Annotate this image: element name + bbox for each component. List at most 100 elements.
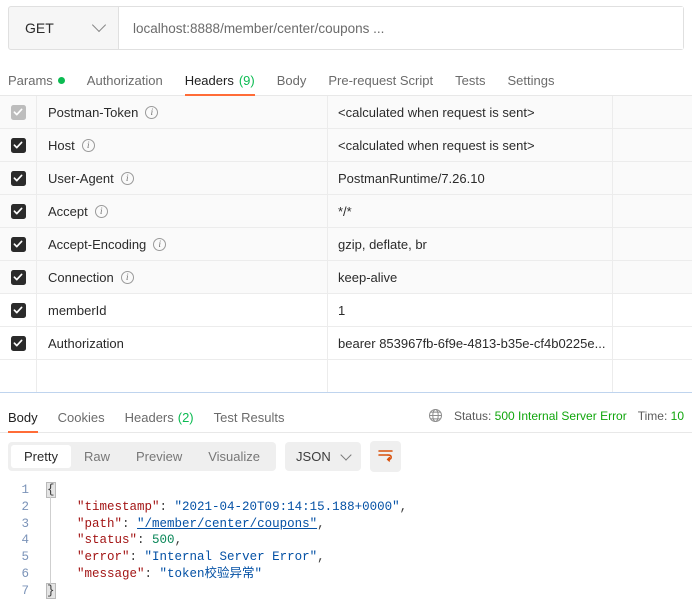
request-tabs: Params Authorization Headers (9) Body Pr… — [0, 64, 692, 96]
chevron-down-icon — [91, 17, 107, 33]
info-icon[interactable]: i — [120, 171, 134, 185]
header-key-cell[interactable]: User-Agent i — [37, 162, 328, 194]
header-enabled-cell — [0, 228, 37, 260]
header-key-cell[interactable]: memberId — [37, 294, 328, 326]
table-row[interactable]: Accept i */* — [0, 195, 692, 228]
body-format-label: JSON — [296, 449, 331, 464]
header-enabled-cell — [0, 327, 37, 359]
request-tab-params[interactable]: Params — [8, 73, 76, 95]
code-content[interactable]: { "timestamp": "2021-04-20T09:14:15.188+… — [38, 482, 692, 600]
code-gutter: 1 2 3 4 56 7 — [0, 482, 38, 600]
header-description-cell[interactable] — [613, 195, 692, 227]
request-tab-pre-request-script[interactable]: Pre-request Script — [317, 73, 444, 95]
header-description-cell[interactable] — [613, 261, 692, 293]
header-description-cell[interactable] — [613, 129, 692, 161]
body-view-preview[interactable]: Preview — [123, 445, 195, 468]
json-open-brace: { — [46, 482, 56, 498]
request-tab-label: Authorization — [86, 73, 163, 88]
header-enabled-cell — [0, 261, 37, 293]
new-header-value-input[interactable] — [328, 360, 613, 392]
header-key-text: Host — [48, 137, 75, 153]
request-tab-body[interactable]: Body — [266, 73, 318, 95]
header-description-cell[interactable] — [613, 228, 692, 260]
header-enabled-checkbox[interactable] — [10, 302, 26, 318]
header-value-cell[interactable]: keep-alive — [328, 261, 613, 293]
table-row[interactable]: Host i <calculated when request is sent> — [0, 129, 692, 162]
json-value: "Internal Server Error" — [144, 550, 318, 565]
url-input[interactable]: localhost:8888/member/center/coupons ... — [119, 7, 683, 49]
table-row[interactable]: memberId 1 — [0, 294, 692, 327]
response-tab-cookies[interactable]: Cookies — [48, 410, 115, 432]
header-enabled-checkbox[interactable] — [10, 170, 26, 186]
table-row[interactable]: Accept-Encoding i gzip, deflate, br — [0, 228, 692, 261]
body-view-pretty[interactable]: Pretty — [11, 445, 71, 468]
json-value: 500 — [152, 533, 175, 548]
table-row[interactable]: Connection i keep-alive — [0, 261, 692, 294]
json-comma: , — [317, 550, 325, 565]
body-view-visualize[interactable]: Visualize — [195, 445, 273, 468]
response-body-code: 1 2 3 4 56 7 { "timestamp": "2021-04-20T09:14… — [0, 478, 692, 600]
info-icon[interactable]: i — [153, 237, 167, 251]
header-key-cell[interactable]: Accept i — [37, 195, 328, 227]
header-description-cell[interactable] — [613, 327, 692, 359]
info-icon[interactable]: i — [145, 105, 159, 119]
response-tab-test-results[interactable]: Test Results — [204, 410, 295, 432]
table-row-new[interactable] — [0, 360, 692, 393]
header-key-text: User-Agent — [48, 170, 114, 186]
header-key-text: memberId — [48, 302, 107, 318]
header-value-cell[interactable]: 1 — [328, 294, 613, 326]
table-row[interactable]: Postman-Token i <calculated when request… — [0, 96, 692, 129]
request-tab-tests[interactable]: Tests — [444, 73, 496, 95]
request-tab-headers[interactable]: Headers (9) — [174, 73, 266, 96]
header-enabled-checkbox[interactable] — [10, 137, 26, 153]
request-tab-authorization[interactable]: Authorization — [76, 73, 174, 95]
response-tab-headers[interactable]: Headers (2) — [115, 410, 204, 432]
header-value-text: PostmanRuntime/7.26.10 — [338, 170, 485, 186]
header-value-cell[interactable]: <calculated when request is sent> — [328, 96, 613, 128]
header-description-cell[interactable] — [613, 96, 692, 128]
header-description-cell[interactable] — [613, 294, 692, 326]
json-comma: , — [399, 499, 408, 514]
header-value-cell[interactable]: */* — [328, 195, 613, 227]
table-row[interactable]: User-Agent i PostmanRuntime/7.26.10 — [0, 162, 692, 195]
header-key-cell[interactable]: Accept-Encoding i — [37, 228, 328, 260]
http-method-select[interactable]: GET — [9, 7, 119, 49]
word-wrap-icon — [377, 447, 394, 467]
header-value-text: 1 — [338, 302, 346, 318]
body-format-select[interactable]: JSON — [285, 442, 361, 471]
header-value-text: <calculated when request is sent> — [338, 137, 535, 153]
header-key-cell[interactable]: Host i — [37, 129, 328, 161]
header-key-text: Connection — [48, 269, 114, 285]
json-value: "2021-04-20T09:14:15.188+0000" — [174, 499, 400, 514]
header-key-cell[interactable]: Postman-Token i — [37, 96, 328, 128]
response-tab-body[interactable]: Body — [8, 410, 48, 433]
header-value-cell[interactable]: gzip, deflate, br — [328, 228, 613, 260]
header-enabled-checkbox[interactable] — [10, 203, 26, 219]
table-row[interactable]: Authorization bearer 853967fb-6f9e-4813-… — [0, 327, 692, 360]
word-wrap-button[interactable] — [369, 441, 401, 472]
header-enabled-checkbox[interactable] — [10, 104, 26, 120]
info-icon[interactable]: i — [120, 270, 134, 284]
header-enabled-checkbox[interactable] — [10, 269, 26, 285]
header-value-cell[interactable]: bearer 853967fb-6f9e-4813-b35e-cf4b0225e… — [328, 327, 613, 359]
request-tab-settings[interactable]: Settings — [496, 73, 565, 95]
header-key-text: Accept-Encoding — [48, 236, 147, 252]
header-key-cell[interactable]: Authorization — [37, 327, 328, 359]
header-description-cell[interactable] — [613, 162, 692, 194]
body-view-raw[interactable]: Raw — [71, 445, 123, 468]
response-meta: Status: 500 Internal Server Error Time: … — [428, 408, 684, 425]
response-body-toolbar: Pretty Raw Preview Visualize JSON — [0, 433, 692, 478]
new-header-key-input[interactable] — [37, 360, 328, 392]
new-header-description-input[interactable] — [613, 360, 692, 392]
header-value-cell[interactable]: PostmanRuntime/7.26.10 — [328, 162, 613, 194]
json-comma: , — [317, 516, 325, 531]
header-key-cell[interactable]: Connection i — [37, 261, 328, 293]
header-value-cell[interactable]: <calculated when request is sent> — [328, 129, 613, 161]
header-enabled-checkbox[interactable] — [10, 335, 26, 351]
json-value[interactable]: "/member/center/coupons" — [137, 517, 317, 531]
info-icon[interactable]: i — [81, 138, 95, 152]
time-readout: Time: 10 — [638, 409, 684, 423]
header-enabled-checkbox[interactable] — [10, 236, 26, 252]
info-icon[interactable]: i — [94, 204, 108, 218]
response-tab-count: (2) — [177, 410, 194, 425]
